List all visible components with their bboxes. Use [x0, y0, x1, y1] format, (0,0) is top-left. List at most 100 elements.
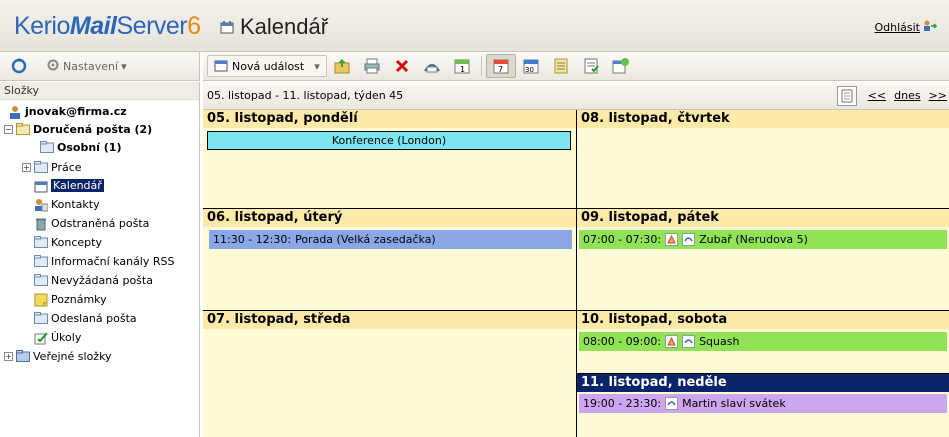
calendar-toolbar: Nová událost ▾ 1 7 30 [203, 52, 949, 81]
folder-icon [34, 236, 48, 248]
event-squash[interactable]: 08:00 - 09:00: Squash [579, 332, 947, 351]
sidebar-item-label: Kontakty [51, 197, 100, 211]
day-title: 05. listopad, pondělí [203, 110, 576, 128]
event-text: Porada (Velká zasedačka) [295, 233, 436, 246]
move-to-folder-button[interactable] [327, 54, 357, 78]
calendar-icon [220, 14, 234, 40]
settings-label: Nastavení [63, 59, 119, 73]
today-link[interactable]: dnes [894, 89, 920, 102]
logo-mail: Mail [69, 12, 117, 40]
print-button[interactable] [357, 54, 387, 78]
sidebar-item-label: Nevyžádaná pošta [51, 273, 153, 287]
sidebar-item-inbox[interactable]: − Doručená pošta (2) [4, 120, 152, 138]
list-icon [554, 58, 568, 74]
event-text: Konference (London) [331, 134, 447, 147]
public-folder-icon [16, 350, 30, 362]
notes-icon [34, 293, 48, 307]
date-picker-button[interactable] [837, 86, 857, 106]
calendar-settings-icon [612, 58, 629, 74]
send-icon [423, 64, 440, 73]
logo-version: 6 [187, 12, 201, 40]
folder-icon [40, 141, 54, 153]
reminder-icon [665, 233, 679, 246]
week-view-icon: 7 [493, 59, 509, 74]
svg-text:7: 7 [498, 65, 503, 74]
event-conference[interactable]: Konference (London) [207, 131, 571, 150]
task-button[interactable] [576, 54, 606, 78]
next-week-link[interactable]: >> [929, 89, 947, 102]
day-cell-saturday[interactable]: 10. listopad, sobota 08:00 - 09:00: Squa… [577, 311, 949, 374]
day-cell-friday[interactable]: 09. listopad, pátek 07:00 - 07:30: Zubař… [577, 209, 949, 311]
collapse-icon[interactable]: − [4, 124, 13, 134]
sidebar-item-label: Veřejné složky [33, 349, 112, 363]
sidebar-item-label: Kalendář [51, 178, 104, 192]
prev-week-link[interactable]: << [868, 89, 886, 102]
expand-icon[interactable]: + [22, 162, 31, 172]
logout-label: Odhlásit [874, 21, 920, 34]
calendar-range-bar: 05. listopad - 11. listopad, týden 45 <<… [203, 82, 949, 110]
day-view-icon: 1 [454, 59, 470, 74]
event-dentist[interactable]: 07:00 - 07:30: Zubař (Nerudova 5) [579, 230, 947, 249]
day-cell-thursday[interactable]: 08. listopad, čtvrtek [577, 110, 949, 209]
recurrence-icon [665, 397, 679, 410]
event-text: Squash [699, 335, 740, 348]
sidebar-item-tasks[interactable]: Úkoly [34, 328, 81, 346]
folder-icon [34, 161, 48, 173]
sidebar-item-contacts[interactable]: Kontakty [34, 195, 100, 213]
print-icon [364, 58, 380, 74]
sidebar-item-personal[interactable]: Osobní (1) [40, 138, 121, 156]
day-title: 09. listopad, pátek [577, 209, 949, 227]
expand-icon[interactable]: + [4, 351, 13, 361]
sidebar-item-junk[interactable]: Nevyžádaná pošta [34, 271, 153, 289]
refresh-button[interactable] [8, 55, 30, 77]
list-view-button[interactable] [546, 54, 576, 78]
kerio-logo: KerioMailServer6 [14, 12, 201, 41]
sidebar-item-deleted[interactable]: Odstraněná pošta [34, 214, 149, 232]
new-event-button[interactable]: Nová událost ▾ [207, 55, 327, 77]
sidebar-item-notes[interactable]: Poznámky [34, 290, 107, 308]
sidebar-item-drafts[interactable]: Koncepty [34, 233, 102, 251]
event-nameday[interactable]: 19:00 - 23:30: Martin slaví svátek [579, 394, 947, 413]
trash-icon [34, 217, 48, 231]
event-meeting[interactable]: 11:30 - 12:30: Porada (Velká zasedačka) [209, 230, 572, 249]
month-view-icon: 30 [523, 59, 539, 74]
contacts-icon [34, 198, 49, 212]
sidebar-item-label: Odeslaná pošta [51, 311, 137, 325]
day-title: 08. listopad, čtvrtek [577, 110, 949, 128]
delete-button[interactable] [387, 54, 417, 78]
page-title: Kalendář [220, 14, 328, 40]
sidebar-item-sent[interactable]: Odeslaná pošta [34, 309, 137, 327]
send-button[interactable] [417, 54, 447, 78]
sidebar-item-label: Úkoly [51, 330, 82, 344]
sidebar-item-label: Poznámky [51, 292, 107, 306]
settings-menu-button[interactable]: Nastavení ▾ [46, 58, 127, 75]
delete-icon [395, 59, 408, 73]
event-time: 11:30 - 12:30: [213, 233, 292, 246]
day-cell-sunday[interactable]: 11. listopad, neděle 19:00 - 23:30: Mart… [577, 374, 949, 437]
calendar-icon [34, 179, 48, 193]
logout-link[interactable]: Odhlásit [874, 20, 938, 35]
page-title-text: Kalendář [240, 14, 329, 39]
sidebar-item-calendar[interactable]: Kalendář [34, 176, 104, 194]
week-view-button[interactable]: 7 [485, 54, 516, 78]
day-view-button[interactable]: 1 [447, 54, 477, 78]
day-cell-monday[interactable]: 05. listopad, pondělí Konference (London… [203, 110, 577, 209]
sidebar-title: Složky [0, 82, 199, 100]
sidebar-item-label: Doručená pošta (2) [33, 122, 153, 136]
event-text: Zubař (Nerudova 5) [699, 233, 808, 246]
folder-toolbar: Nastavení ▾ [0, 52, 200, 81]
sidebar-item-public[interactable]: + Veřejné složky [4, 347, 112, 365]
sidebar-item-rss[interactable]: Informační kanály RSS [34, 252, 174, 270]
week-navigation: << dnes >> [868, 89, 947, 102]
month-view-button[interactable]: 30 [516, 54, 546, 78]
new-event-label: Nová událost [232, 59, 305, 73]
sidebar-item-label: Osobní (1) [57, 140, 122, 154]
day-cell-tuesday[interactable]: 06. listopad, úterý 11:30 - 12:30: Porad… [203, 209, 577, 311]
calendar-settings-button[interactable] [606, 54, 636, 78]
day-title: 07. listopad, středa [203, 311, 576, 329]
sidebar-item-account[interactable]: jnovak@firma.cz [8, 102, 127, 120]
day-cell-wednesday[interactable]: 07. listopad, středa [203, 311, 577, 437]
event-time: 08:00 - 09:00: [583, 335, 662, 348]
toolbar-separator [480, 56, 482, 76]
sidebar-item-work[interactable]: + Práce [22, 158, 82, 176]
